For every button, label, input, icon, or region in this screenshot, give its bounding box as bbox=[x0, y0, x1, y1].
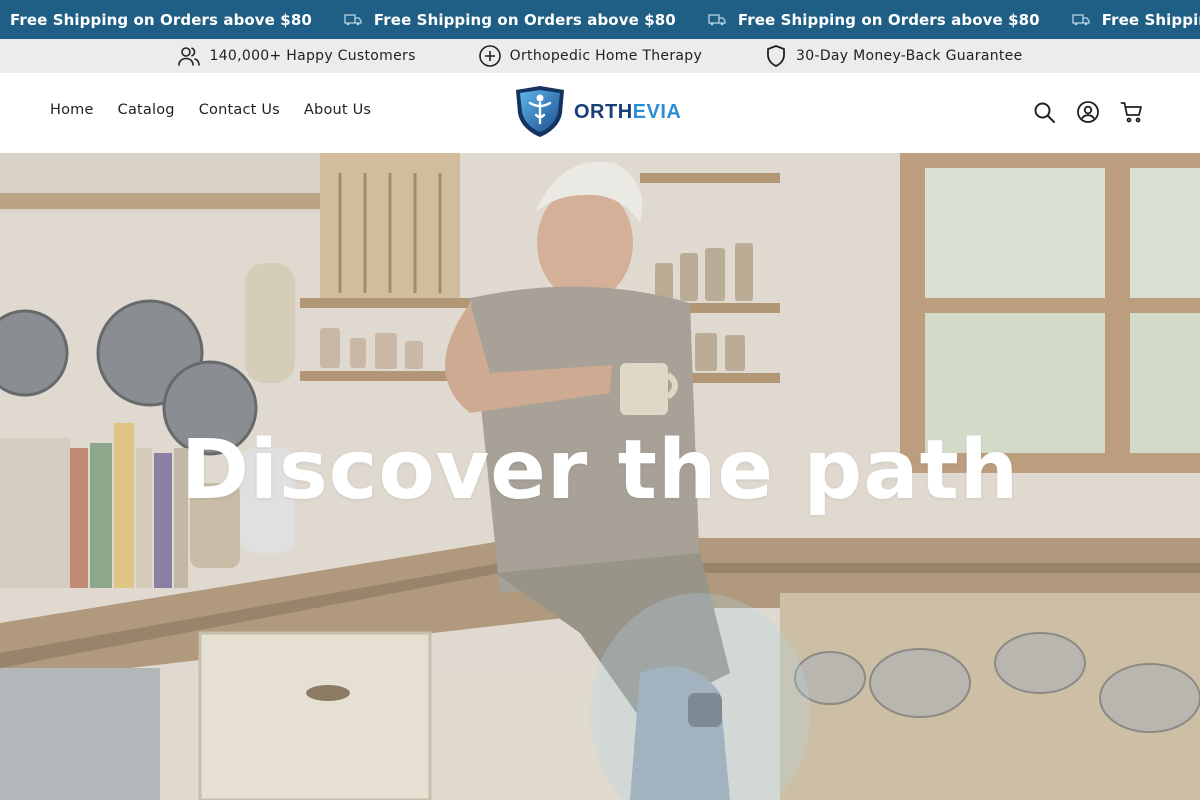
trust-item-therapy: Orthopedic Home Therapy bbox=[478, 44, 702, 68]
nav-about-us[interactable]: About Us bbox=[304, 102, 371, 118]
main-nav: Home Catalog Contact Us About Us bbox=[50, 102, 395, 118]
announcement-track: Free Shipping on Orders above $80 Free S… bbox=[0, 11, 1200, 29]
trust-text: Orthopedic Home Therapy bbox=[509, 48, 703, 64]
logo[interactable]: ORTHEVIA bbox=[512, 85, 681, 139]
trust-bar: 140,000+ Happy Customers Orthopedic Home… bbox=[0, 39, 1200, 73]
hero-title: Discover the path bbox=[180, 423, 1020, 518]
nav-home[interactable]: Home bbox=[50, 102, 94, 118]
announcement-text: Free Shipping on Orders above $80 bbox=[1101, 10, 1200, 29]
trust-text: 140,000+ Happy Customers bbox=[209, 48, 416, 64]
announcement-text: Free Shipping on Orders above $80 bbox=[737, 10, 1040, 29]
announcement-text: Free Shipping on Orders above $80 bbox=[10, 10, 312, 29]
cart-icon[interactable] bbox=[1120, 100, 1144, 124]
shield-icon bbox=[767, 45, 785, 67]
logo-text-part1: ORTH bbox=[574, 100, 633, 123]
plus-circle-icon bbox=[478, 45, 501, 67]
trust-item-customers: 140,000+ Happy Customers bbox=[177, 44, 415, 68]
truck-icon bbox=[708, 13, 726, 25]
site-header: Home Catalog Contact Us About Us ORTHEVI… bbox=[0, 73, 1200, 153]
announcement-item: Free Shipping on Orders above $80 bbox=[312, 11, 676, 29]
nav-catalog[interactable]: Catalog bbox=[118, 102, 175, 118]
logo-shield-icon bbox=[516, 86, 564, 137]
announcement-bar: Free Shipping on Orders above $80 Free S… bbox=[0, 0, 1200, 39]
truck-icon bbox=[344, 13, 362, 25]
header-icons bbox=[1012, 100, 1144, 124]
truck-icon bbox=[1072, 13, 1090, 25]
logo-text-part2: EVIA bbox=[632, 100, 682, 123]
logo-text: ORTHEVIA bbox=[574, 101, 681, 124]
search-icon[interactable] bbox=[1032, 100, 1056, 124]
nav-contact-us[interactable]: Contact Us bbox=[199, 102, 280, 118]
announcement-item: Free Shipping on Orders above $80 bbox=[10, 11, 312, 29]
users-icon bbox=[178, 47, 201, 66]
announcement-text: Free Shipping on Orders above $80 bbox=[373, 10, 676, 29]
trust-item-guarantee: 30-Day Money-Back Guarantee bbox=[764, 44, 1022, 68]
account-icon[interactable] bbox=[1076, 100, 1100, 124]
announcement-item: Free Shipping on Orders above $80 bbox=[1040, 11, 1200, 29]
hero-banner: Discover the path bbox=[0, 153, 1200, 800]
announcement-item: Free Shipping on Orders above $80 bbox=[676, 11, 1040, 29]
trust-text: 30-Day Money-Back Guarantee bbox=[796, 48, 1023, 64]
